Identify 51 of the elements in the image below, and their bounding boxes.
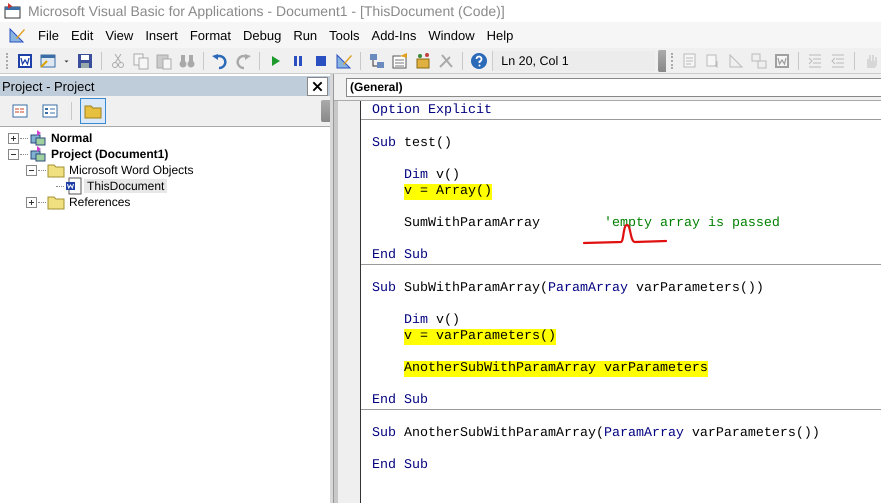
- window-title: Microsoft Visual Basic for Applications - Document1 - [ThisDocument (Code)]: [28, 3, 505, 19]
- collapse-icon[interactable]: [8, 148, 19, 160]
- toolbar-handle[interactable]: [658, 50, 666, 72]
- close-button[interactable]: [307, 76, 328, 96]
- expand-icon[interactable]: [26, 196, 37, 208]
- collapse-icon[interactable]: [26, 164, 37, 176]
- project-icon: [29, 145, 47, 163]
- tree-item[interactable]: Microsoft Word Objects: [66, 163, 196, 177]
- position-field: Ln 20, Col 1: [492, 50, 656, 70]
- form-icon[interactable]: [38, 52, 57, 70]
- code-line: End Sub: [372, 248, 428, 264]
- tree-item[interactable]: References: [66, 195, 134, 209]
- box-icon[interactable]: [414, 52, 432, 70]
- document-icon[interactable]: [16, 52, 34, 70]
- folder-icon[interactable]: [81, 99, 105, 123]
- document-icon: [65, 177, 83, 195]
- tree-icon[interactable]: [368, 52, 386, 70]
- code-line: Dim v(): [404, 313, 460, 329]
- menu-item[interactable]: Help: [480, 26, 520, 44]
- menu-item[interactable]: File: [32, 26, 65, 44]
- code-line: Sub test(): [372, 136, 452, 152]
- panel-title: Project - Project: [2, 78, 94, 94]
- save-icon[interactable]: [76, 52, 94, 70]
- toolbar-handle[interactable]: [321, 100, 330, 122]
- menu-item[interactable]: Add-Ins: [366, 26, 422, 44]
- menu-item[interactable]: Edit: [64, 26, 100, 44]
- code-line: Dim v(): [404, 168, 460, 184]
- menu-item[interactable]: View: [99, 26, 140, 44]
- properties-icon[interactable]: [391, 52, 410, 70]
- menu-item[interactable]: Run: [287, 26, 324, 44]
- help-icon[interactable]: [470, 52, 488, 70]
- object-dropdown[interactable]: (General): [346, 78, 881, 97]
- ruler-pencil-icon[interactable]: [335, 52, 354, 70]
- menu-item[interactable]: Format: [184, 26, 237, 44]
- ruler-pencil-icon: [8, 26, 26, 44]
- tree-item[interactable]: ThisDocument: [84, 179, 168, 193]
- code-line: Sub SubWithParamArray(ParamArray varParameters()): [372, 281, 764, 297]
- tree-item[interactable]: Project (Document1): [48, 147, 172, 161]
- project-icon: [29, 129, 47, 147]
- menu-item[interactable]: Insert: [139, 26, 184, 44]
- menu-item[interactable]: Window: [422, 26, 481, 44]
- code-line: Sub AnotherSubWithParamArray(ParamArray varParameters()): [372, 426, 820, 442]
- menu-item[interactable]: Tools: [323, 26, 366, 44]
- code-line: Option Explicit: [372, 103, 492, 119]
- undo-icon[interactable]: [210, 52, 229, 70]
- expand-icon[interactable]: [8, 132, 19, 144]
- code-line: End Sub: [372, 458, 428, 474]
- menu-item[interactable]: Debug: [237, 26, 288, 44]
- tree-item[interactable]: Normal: [48, 131, 96, 145]
- code-line: End Sub: [372, 393, 428, 409]
- code-line: SumWithParamArray 'empty array is passed: [404, 216, 780, 232]
